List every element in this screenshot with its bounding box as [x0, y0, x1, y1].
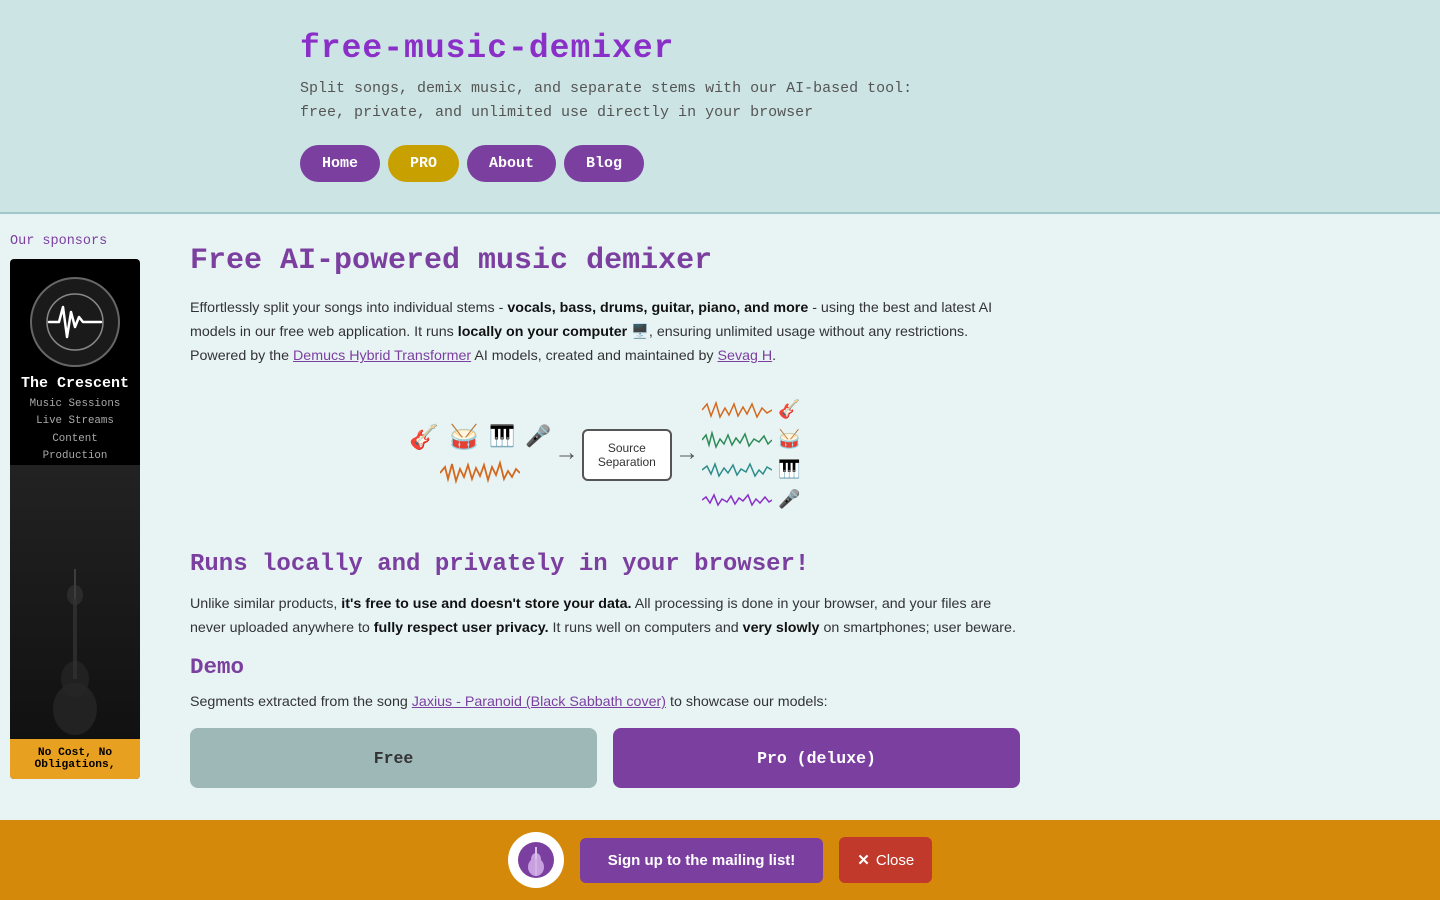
demo-song-link[interactable]: Jaxius - Paranoid (Black Sabbath cover): [412, 694, 666, 710]
header: free-music-demixer Split songs, demix mu…: [0, 0, 1440, 214]
site-title: free-music-demixer: [300, 30, 674, 67]
content-area: Free AI-powered music demixer Effortless…: [160, 214, 1060, 828]
sponsor-bottom-text2: Obligations,: [16, 759, 134, 771]
keyboard-input-icon: 🎹: [489, 425, 515, 450]
drums-output-icon: 🥁: [778, 429, 800, 451]
guitar-input-icon: 🎸: [409, 423, 439, 453]
nav-pro-button[interactable]: PRO: [388, 145, 459, 182]
intro-paragraph: Effortlessly split your songs into indiv…: [190, 296, 1020, 369]
guitar-silhouette-icon: [35, 559, 115, 739]
keys-output-icon: 🎹: [778, 459, 800, 481]
mic-input-icon: 🎤: [525, 425, 551, 450]
output-row-drums: 🥁: [702, 429, 800, 451]
banner-icon: [508, 832, 564, 888]
arrow-right-2: →: [680, 441, 694, 468]
diagram-input: 🎸 🥁 🎹 🎤: [409, 423, 551, 487]
output-wave-drums: [702, 430, 772, 450]
sponsor-photo: [10, 465, 140, 739]
diagram-input-icons: 🎸 🥁 🎹 🎤: [409, 423, 551, 453]
runs-locally-title: Runs locally and privately in your brows…: [190, 551, 1020, 578]
pricing-free-card[interactable]: Free: [190, 728, 597, 788]
diagram-inner: 🎸 🥁 🎹 🎤 →: [409, 399, 800, 511]
input-waveform: [440, 459, 520, 487]
sponsor-logo-icon: [45, 292, 105, 352]
sidebar: Our sponsors The Crescent Music Sessions…: [0, 214, 160, 828]
demo-text: Segments extracted from the song Jaxius …: [190, 690, 1020, 714]
main-title: Free AI-powered music demixer: [190, 244, 1020, 278]
close-banner-button[interactable]: ✕ Close: [839, 837, 932, 883]
output-wave-vocals: [702, 490, 772, 510]
nav-about-button[interactable]: About: [467, 145, 556, 182]
output-wave-keys: [702, 460, 772, 480]
sponsor-logo: [30, 277, 120, 367]
main-layout: Our sponsors The Crescent Music Sessions…: [0, 214, 1440, 828]
bottom-banner: Sign up to the mailing list! ✕ Close: [0, 820, 1440, 900]
pricing-row: Free Pro (deluxe): [190, 728, 1020, 788]
drums-input-icon: 🥁: [449, 423, 479, 453]
sponsor-bottom[interactable]: No Cost, No Obligations,: [10, 739, 140, 779]
signup-button[interactable]: Sign up to the mailing list!: [580, 838, 824, 883]
sponsor-bottom-text1: No Cost, No: [16, 747, 134, 759]
source-sep-box: Source Separation: [582, 429, 672, 481]
banner-logo-icon: [517, 841, 555, 879]
output-row-vocals: 🎤: [702, 489, 800, 511]
demo-title: Demo: [190, 654, 1020, 680]
output-wave-guitar: [702, 400, 772, 420]
source-separation-diagram: 🎸 🥁 🎹 🎤 →: [190, 389, 1020, 521]
output-row-guitar: 🎸: [702, 399, 800, 421]
sponsor-card: The Crescent Music Sessions Live Streams…: [10, 259, 140, 779]
close-x-icon: ✕: [857, 851, 870, 869]
sponsor-name: The Crescent: [21, 375, 129, 392]
demucs-link[interactable]: Demucs Hybrid Transformer: [293, 348, 471, 364]
sponsors-label: Our sponsors: [10, 234, 150, 249]
nav-blog-button[interactable]: Blog: [564, 145, 644, 182]
guitar-output-icon: 🎸: [778, 399, 800, 421]
pricing-pro-card[interactable]: Pro (deluxe): [613, 728, 1020, 788]
output-row-keys: 🎹: [702, 459, 800, 481]
diagram-output: 🎸 🥁 🎹: [702, 399, 800, 511]
nav-buttons: Home PRO About Blog: [300, 145, 644, 182]
runs-locally-text: Unlike similar products, it's free to us…: [190, 592, 1020, 640]
nav-home-button[interactable]: Home: [300, 145, 380, 182]
subtitle: Split songs, demix music, and separate s…: [300, 77, 912, 125]
vocal-output-icon: 🎤: [778, 489, 800, 511]
sponsor-desc: Music Sessions Live Streams Content Prod…: [10, 396, 140, 465]
sevag-link[interactable]: Sevag H: [718, 348, 773, 364]
arrow-right-1: →: [559, 441, 573, 468]
